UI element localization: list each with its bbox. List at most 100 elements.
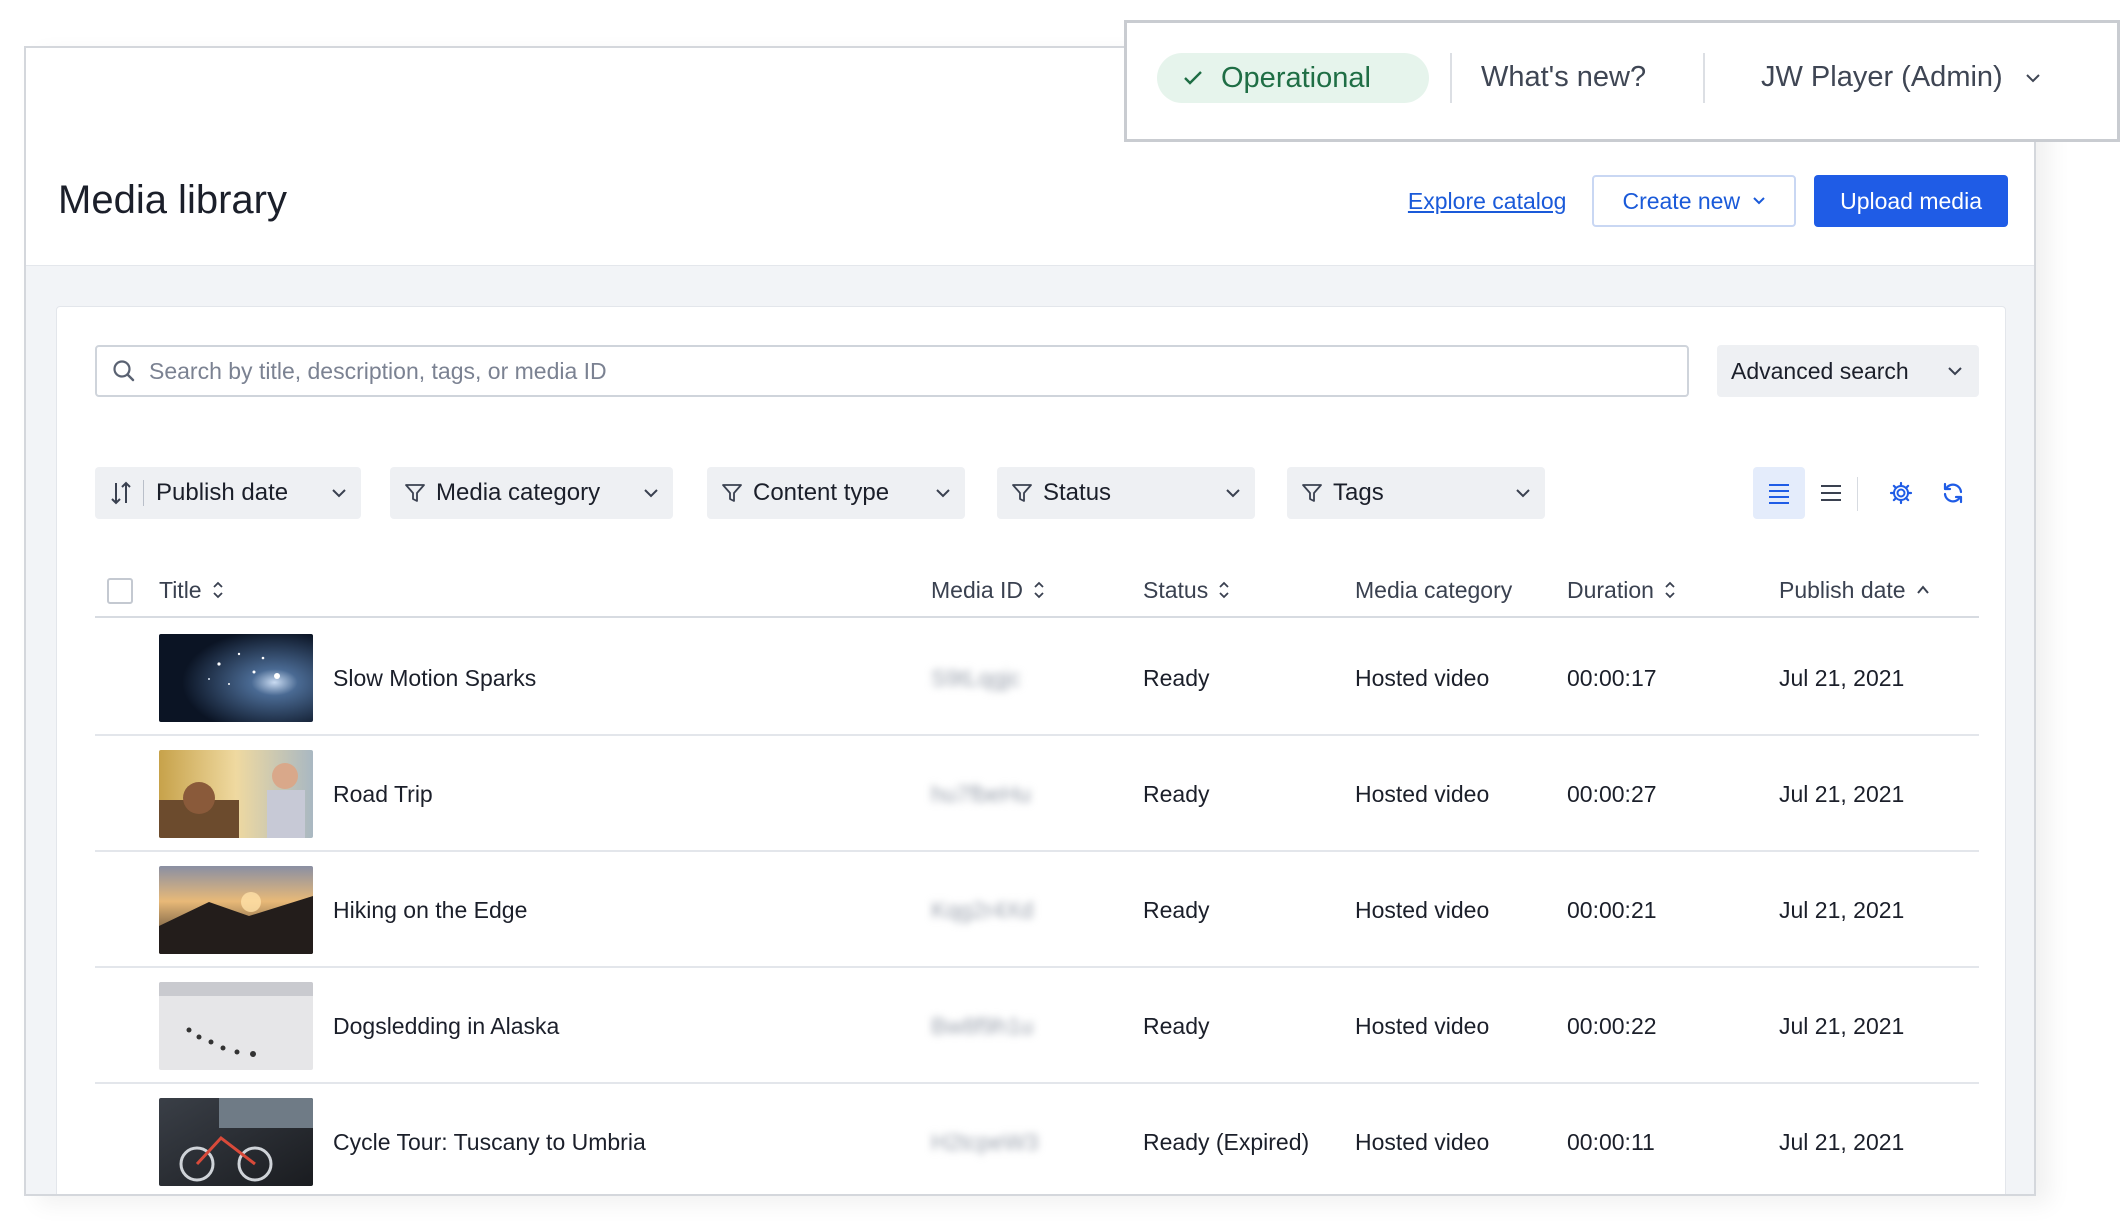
row-duration: 00:00:11: [1567, 1128, 1655, 1155]
row-status: Ready: [1143, 780, 1210, 807]
column-duration-label: Duration: [1567, 576, 1654, 603]
media-category-label: Media category: [436, 479, 601, 506]
table-row[interactable]: Dogsledding in Alaska Bw8f9h1u Ready Hos…: [95, 968, 1979, 1084]
search-icon: [113, 360, 135, 382]
column-title[interactable]: Title: [159, 562, 224, 618]
media-panel: Advanced search Publish date Media categ…: [56, 306, 2006, 1194]
column-status-label: Status: [1143, 576, 1209, 603]
row-media-id: S9tLqgjc: [931, 664, 1021, 691]
chevron-down-icon: [1226, 489, 1240, 498]
select-all-checkbox[interactable]: [107, 578, 133, 604]
status-filter[interactable]: Status: [997, 467, 1255, 519]
sort-icon: [111, 481, 131, 505]
advanced-search-label: Advanced search: [1731, 357, 1909, 384]
divider: [1703, 53, 1705, 103]
column-media-id[interactable]: Media ID: [931, 562, 1045, 618]
account-menu[interactable]: JW Player (Admin): [1761, 61, 2041, 94]
table-row[interactable]: Road Trip hu7fbeHu Ready Hosted video 00…: [95, 736, 1979, 852]
compact-view-icon: [1821, 485, 1841, 501]
compact-view-toggle[interactable]: [1805, 467, 1857, 519]
sort-arrows-icon: [1034, 581, 1044, 599]
refresh-icon: [1943, 482, 1963, 504]
sort-arrows-icon: [1219, 581, 1229, 599]
chevron-down-icon: [936, 489, 950, 498]
row-media-id: hu7fbeHu: [931, 780, 1031, 807]
divider: [1857, 477, 1858, 511]
row-title[interactable]: Cycle Tour: Tuscany to Umbria: [333, 1084, 646, 1194]
create-new-button[interactable]: Create new: [1592, 175, 1797, 227]
settings-button[interactable]: [1875, 467, 1927, 519]
row-publish-date: Jul 21, 2021: [1779, 896, 1905, 923]
search-box[interactable]: [95, 345, 1689, 397]
sort-label: Publish date: [156, 479, 289, 506]
table-row[interactable]: Slow Motion Sparks S9tLqgjc Ready Hosted…: [95, 620, 1979, 736]
row-title[interactable]: Dogsledding in Alaska: [333, 968, 559, 1084]
row-status: Ready: [1143, 896, 1210, 923]
row-status: Ready: [1143, 1012, 1210, 1039]
content-type-filter[interactable]: Content type: [707, 467, 965, 519]
refresh-button[interactable]: [1927, 467, 1979, 519]
video-thumbnail[interactable]: [159, 866, 313, 954]
content-area: Advanced search Publish date Media categ…: [26, 266, 2034, 1194]
column-duration[interactable]: Duration: [1567, 562, 1676, 618]
sort-publish-date-dropdown[interactable]: Publish date: [95, 467, 361, 519]
divider: [1450, 53, 1452, 103]
create-new-label: Create new: [1622, 187, 1741, 214]
tags-filter[interactable]: Tags: [1287, 467, 1545, 519]
advanced-search-button[interactable]: Advanced search: [1717, 345, 1979, 397]
gear-icon: [1889, 481, 1913, 505]
operational-status-badge[interactable]: Operational: [1157, 53, 1429, 103]
row-category: Hosted video: [1355, 664, 1490, 691]
list-view-toggle[interactable]: [1753, 467, 1805, 519]
sort-asc-icon: [1916, 585, 1929, 594]
page-title: Media library: [58, 178, 287, 222]
chevron-down-icon: [644, 489, 658, 498]
column-publish-date-label: Publish date: [1779, 576, 1906, 603]
row-title[interactable]: Hiking on the Edge: [333, 852, 527, 968]
video-thumbnail[interactable]: [159, 982, 313, 1070]
row-duration: 00:00:27: [1567, 780, 1657, 807]
filter-icon: [405, 484, 425, 502]
column-media-id-label: Media ID: [931, 576, 1024, 603]
app-frame: Media library Explore catalog Create new…: [24, 46, 2036, 1196]
media-category-filter[interactable]: Media category: [390, 467, 673, 519]
row-category: Hosted video: [1355, 896, 1490, 923]
row-title[interactable]: Road Trip: [333, 736, 433, 852]
search-input[interactable]: [149, 357, 1649, 385]
video-thumbnail[interactable]: [159, 634, 313, 722]
chevron-down-icon: [2025, 73, 2040, 82]
row-title[interactable]: Slow Motion Sparks: [333, 620, 536, 736]
explore-catalog-link[interactable]: Explore catalog: [1408, 188, 1567, 215]
column-publish-date[interactable]: Publish date: [1779, 562, 1930, 618]
row-media-id: Kqg2r4Xd: [931, 896, 1034, 923]
sort-arrows-icon: [1665, 581, 1675, 599]
row-duration: 00:00:22: [1567, 1012, 1657, 1039]
check-icon: [1184, 71, 1202, 85]
row-status: Ready (Expired): [1143, 1128, 1310, 1155]
status-bar: Operational What's new? JW Player (Admin…: [1124, 20, 2120, 142]
table-row[interactable]: Hiking on the Edge Kqg2r4Xd Ready Hosted…: [95, 852, 1979, 968]
filter-icon: [722, 484, 742, 502]
row-category: Hosted video: [1355, 780, 1490, 807]
row-media-id: Bw8f9h1u: [931, 1012, 1034, 1039]
video-thumbnail[interactable]: [159, 750, 313, 838]
upload-media-button[interactable]: Upload media: [1814, 175, 2008, 227]
filter-icon: [1012, 484, 1032, 502]
row-category: Hosted video: [1355, 1012, 1490, 1039]
whats-new-link[interactable]: What's new?: [1481, 61, 1646, 94]
column-media-category: Media category: [1355, 562, 1512, 618]
video-thumbnail[interactable]: [159, 1098, 313, 1186]
column-status[interactable]: Status: [1143, 562, 1230, 618]
operational-label: Operational: [1221, 61, 1371, 94]
table-header: Title Media ID Status Media category Dur…: [95, 562, 1979, 618]
status-filter-label: Status: [1043, 479, 1112, 506]
row-status: Ready: [1143, 664, 1210, 691]
sort-arrows-icon: [212, 581, 223, 599]
row-publish-date: Jul 21, 2021: [1779, 1012, 1905, 1039]
row-media-id: H2tcpeW3: [931, 1128, 1039, 1155]
content-type-label: Content type: [753, 479, 890, 506]
row-duration: 00:00:17: [1567, 664, 1657, 691]
table-row[interactable]: Cycle Tour: Tuscany to Umbria H2tcpeW3 R…: [95, 1084, 1979, 1194]
row-publish-date: Jul 21, 2021: [1779, 664, 1905, 691]
row-publish-date: Jul 21, 2021: [1779, 780, 1905, 807]
